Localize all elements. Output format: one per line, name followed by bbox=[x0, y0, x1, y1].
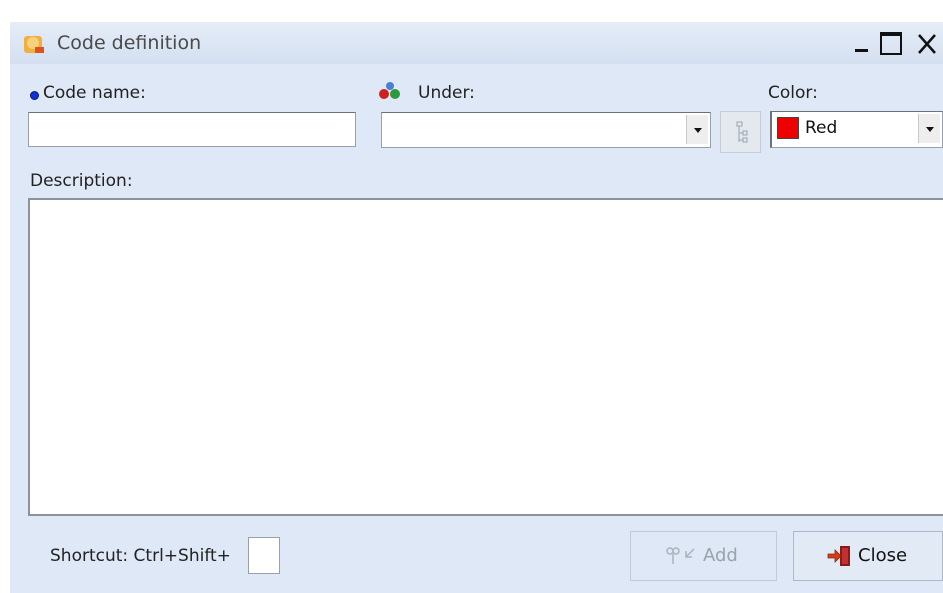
title-bar[interactable]: Code definition bbox=[10, 22, 943, 64]
maximize-button[interactable] bbox=[878, 31, 904, 57]
window-title: Code definition bbox=[57, 32, 202, 54]
exit-door-icon bbox=[827, 546, 850, 566]
add-code-icon bbox=[666, 547, 695, 564]
chevron-down-icon[interactable] bbox=[686, 115, 708, 144]
under-dropdown[interactable] bbox=[381, 112, 711, 148]
color-value: Red bbox=[805, 118, 838, 138]
hierarchy-icon bbox=[736, 121, 748, 143]
color-label: Color: bbox=[768, 83, 818, 103]
code-definition-dialog: Code definition Code name: Under: Color:… bbox=[10, 22, 943, 593]
close-button-label: Close bbox=[858, 545, 908, 566]
chevron-down-icon[interactable] bbox=[918, 114, 940, 143]
code-name-input[interactable] bbox=[28, 112, 356, 147]
shortcut-label: Shortcut: Ctrl+Shift+ bbox=[50, 546, 231, 566]
code-app-icon bbox=[24, 36, 44, 53]
color-dropdown[interactable]: Red bbox=[770, 111, 943, 148]
close-window-button[interactable] bbox=[914, 31, 940, 57]
select-parent-tree-button[interactable] bbox=[720, 111, 761, 153]
under-label: Under: bbox=[418, 83, 475, 103]
close-button[interactable]: Close bbox=[793, 531, 943, 581]
color-swatch bbox=[777, 117, 799, 139]
minimize-button[interactable] bbox=[850, 31, 876, 57]
shortcut-key-input[interactable] bbox=[248, 537, 280, 574]
code-tree-colored-balls-icon bbox=[379, 82, 400, 99]
add-button-label: Add bbox=[703, 545, 738, 566]
add-button[interactable]: Add bbox=[630, 531, 777, 581]
code-name-label: Code name: bbox=[43, 83, 146, 103]
required-bullet-icon bbox=[30, 91, 39, 100]
description-label: Description: bbox=[30, 171, 133, 191]
description-textarea[interactable] bbox=[28, 198, 943, 516]
